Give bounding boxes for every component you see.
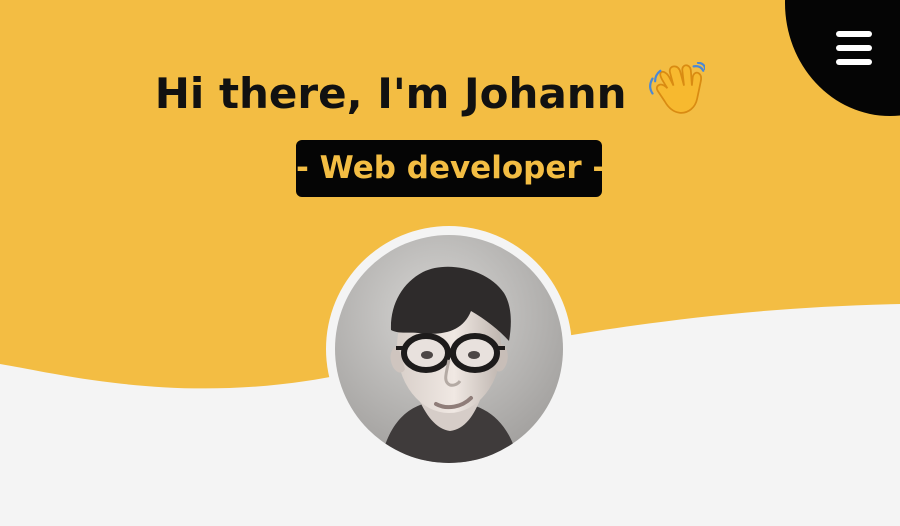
waving-hand-icon	[649, 61, 707, 118]
greeting-heading: Hi there, I'm Johann	[0, 61, 860, 126]
profile-photo	[335, 235, 563, 463]
greeting-text: Hi there, I'm Johann	[154, 69, 627, 118]
profile-photo-frame	[326, 226, 572, 472]
hamburger-menu-icon[interactable]	[836, 31, 872, 65]
role-badge: - Web developer -	[296, 140, 605, 197]
portfolio-page: Hi there, I'm Johann - Web developer -	[0, 0, 900, 526]
